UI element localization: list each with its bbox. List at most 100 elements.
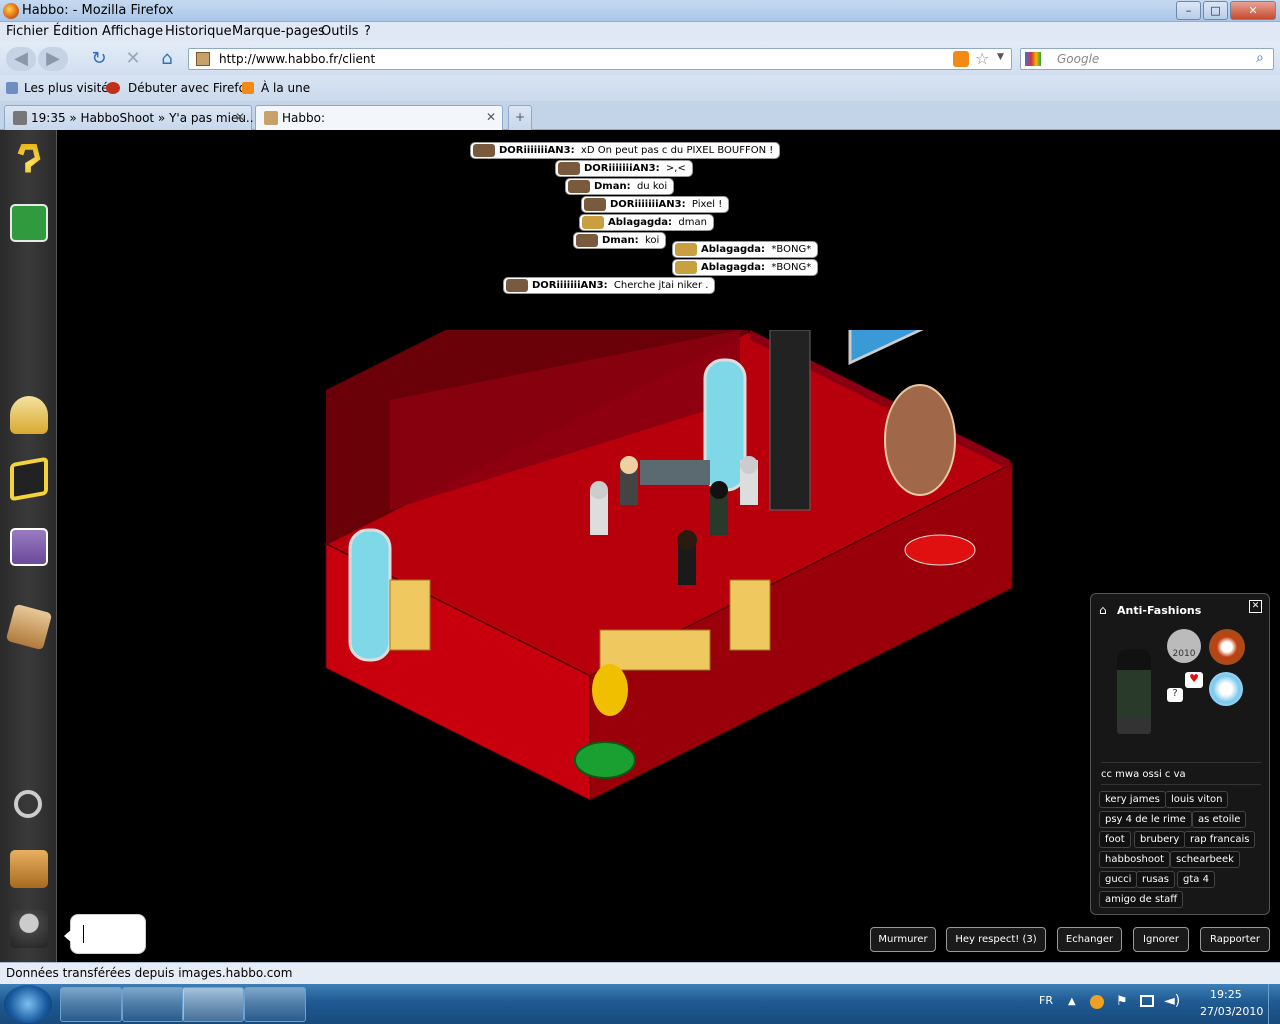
avatar-icon[interactable] — [10, 910, 48, 948]
shower-furni[interactable] — [703, 358, 747, 492]
user-tag[interactable]: gta 4 — [1177, 871, 1215, 888]
close-icon[interactable]: ✕ — [1249, 600, 1262, 613]
star-icon[interactable]: ☆ — [975, 49, 989, 68]
avatar[interactable] — [677, 530, 697, 585]
ignore-button[interactable]: Ignorer — [1133, 927, 1189, 952]
bookmark-headlines[interactable]: À la une — [261, 81, 310, 95]
language-indicator[interactable]: FR — [1039, 994, 1053, 1007]
avatar[interactable] — [740, 456, 758, 505]
menu-help[interactable]: ? — [364, 24, 371, 39]
tray-icon[interactable] — [1090, 995, 1104, 1009]
trophy-furni[interactable] — [592, 664, 628, 716]
menu-historique[interactable]: Historique — [165, 24, 232, 39]
whisper-button[interactable]: Murmurer — [870, 927, 936, 952]
home-icon[interactable]: ⌂ — [1099, 603, 1107, 617]
green-chair-furni[interactable] — [574, 741, 636, 779]
user-tag[interactable]: louis viton — [1165, 791, 1229, 808]
tab-habbo[interactable]: Habbo: ✕ — [255, 105, 503, 130]
search-icon[interactable]: ⌕ — [1256, 50, 1264, 66]
clock-time[interactable]: 19:25 — [1210, 988, 1242, 1001]
badge-snowflake[interactable] — [1209, 672, 1243, 706]
avatar-head-icon — [558, 162, 580, 175]
show-desktop-button[interactable] — [1268, 984, 1280, 1024]
bookmark-getting-started[interactable]: Débuter avec Firefox — [128, 81, 253, 95]
new-tab-button[interactable]: + — [508, 105, 532, 130]
internet-explorer-taskbar-icon[interactable] — [122, 987, 184, 1022]
firefox-bookmark-icon — [106, 82, 120, 94]
minimize-button[interactable]: – — [1176, 1, 1201, 20]
chat-bubble: DORiiiiiiiAN3: Cherche jtai niker . — [503, 277, 716, 294]
chat-name: Dman: — [602, 235, 639, 246]
menu-edition[interactable]: Édition — [53, 24, 98, 39]
close-tab-icon[interactable]: ✕ — [235, 110, 245, 124]
user-tag[interactable]: schearbeek — [1170, 851, 1240, 868]
avatar[interactable] — [620, 456, 638, 505]
user-tag[interactable]: foot — [1099, 831, 1131, 848]
user-tag[interactable]: habboshoot — [1099, 851, 1170, 868]
user-tag[interactable]: brubery — [1134, 831, 1186, 848]
red-chair-furni[interactable] — [904, 534, 976, 566]
stop-icon[interactable]: ✕ — [120, 47, 146, 71]
respect-button[interactable]: Hey respect! (3) — [946, 927, 1046, 952]
messenger-taskbar-icon[interactable] — [60, 987, 122, 1022]
badge-fire[interactable] — [1209, 629, 1245, 665]
bookmark-most-visited[interactable]: Les plus visités — [24, 81, 115, 95]
menu-outils[interactable]: Outils — [321, 24, 359, 39]
start-button[interactable] — [4, 985, 52, 1023]
pillar-furni[interactable] — [729, 579, 771, 651]
menu-marque-pages[interactable]: Marque-pages — [232, 24, 325, 39]
catalogue-icon[interactable] — [10, 528, 48, 566]
chrome-taskbar-icon[interactable] — [244, 987, 306, 1022]
trade-button[interactable]: Echanger — [1057, 927, 1122, 952]
door-furni[interactable] — [769, 330, 811, 511]
chat-input[interactable] — [70, 914, 146, 954]
badge-2010[interactable]: 2010 — [1167, 629, 1201, 663]
maximize-button[interactable]: □ — [1203, 1, 1228, 20]
pillar-furni[interactable] — [389, 579, 431, 651]
reload-icon[interactable]: ↻ — [86, 47, 112, 71]
bench-furni[interactable] — [599, 629, 711, 671]
report-button[interactable]: Rapporter — [1200, 927, 1270, 952]
room-icon[interactable] — [10, 850, 48, 888]
tab-habboshoot[interactable]: 19:35 » HabboShoot » Y'a pas mieu... ✕ — [4, 105, 257, 130]
flag-icon[interactable]: ⚑ — [1116, 994, 1128, 1009]
rss-icon[interactable] — [953, 51, 969, 67]
user-tag[interactable]: psy 4 de le rime — [1099, 811, 1192, 828]
sofa-furni[interactable] — [640, 460, 710, 485]
search-icon[interactable] — [14, 790, 42, 818]
help-icon[interactable] — [17, 144, 41, 173]
user-tag[interactable]: rusas — [1136, 871, 1175, 888]
user-tag[interactable]: amigo de staff — [1099, 891, 1184, 908]
user-tag[interactable]: rap francais — [1184, 831, 1256, 848]
user-tag[interactable]: gucci — [1099, 871, 1138, 888]
search-box[interactable]: Google ⌕ — [1020, 48, 1274, 70]
inventory-icon[interactable] — [5, 603, 53, 651]
user-tag[interactable]: kery james — [1099, 791, 1166, 808]
network-icon[interactable] — [1140, 995, 1154, 1007]
tab-favicon — [264, 111, 278, 125]
menu-affichage[interactable]: Affichage — [102, 24, 163, 39]
clock-date[interactable]: 27/03/2010 — [1200, 1005, 1263, 1018]
back-icon[interactable]: ◀ — [6, 47, 36, 71]
habbo-hotel-icon[interactable] — [10, 396, 48, 434]
avatar[interactable] — [710, 481, 728, 535]
url-bar[interactable]: http://www.habbo.fr/client ☆ ▼ — [188, 48, 1012, 70]
home-icon[interactable]: ⌂ — [154, 47, 180, 71]
menu-fichier[interactable]: Fichier — [6, 24, 49, 39]
forward-icon[interactable]: ▶ — [38, 47, 68, 71]
volume-icon[interactable]: ◄) — [1164, 993, 1180, 1009]
close-window-button[interactable]: ✕ — [1230, 1, 1276, 20]
show-hidden-icons[interactable]: ▲ — [1068, 996, 1076, 1007]
navigator-icon[interactable] — [10, 456, 48, 502]
user-tag[interactable]: as etoile — [1192, 811, 1247, 828]
avatar[interactable] — [590, 481, 608, 535]
avatar-head-icon — [568, 180, 590, 193]
firefox-taskbar-icon[interactable] — [182, 987, 244, 1022]
egg-chair-furni[interactable] — [884, 384, 956, 496]
pool-furni[interactable] — [848, 330, 982, 366]
url-dropdown-icon[interactable]: ▼ — [997, 52, 1004, 62]
shower-furni[interactable] — [348, 528, 392, 662]
exit-room-icon[interactable] — [10, 204, 48, 242]
close-tab-icon[interactable]: ✕ — [486, 110, 496, 124]
habbo-room[interactable] — [320, 330, 1020, 810]
